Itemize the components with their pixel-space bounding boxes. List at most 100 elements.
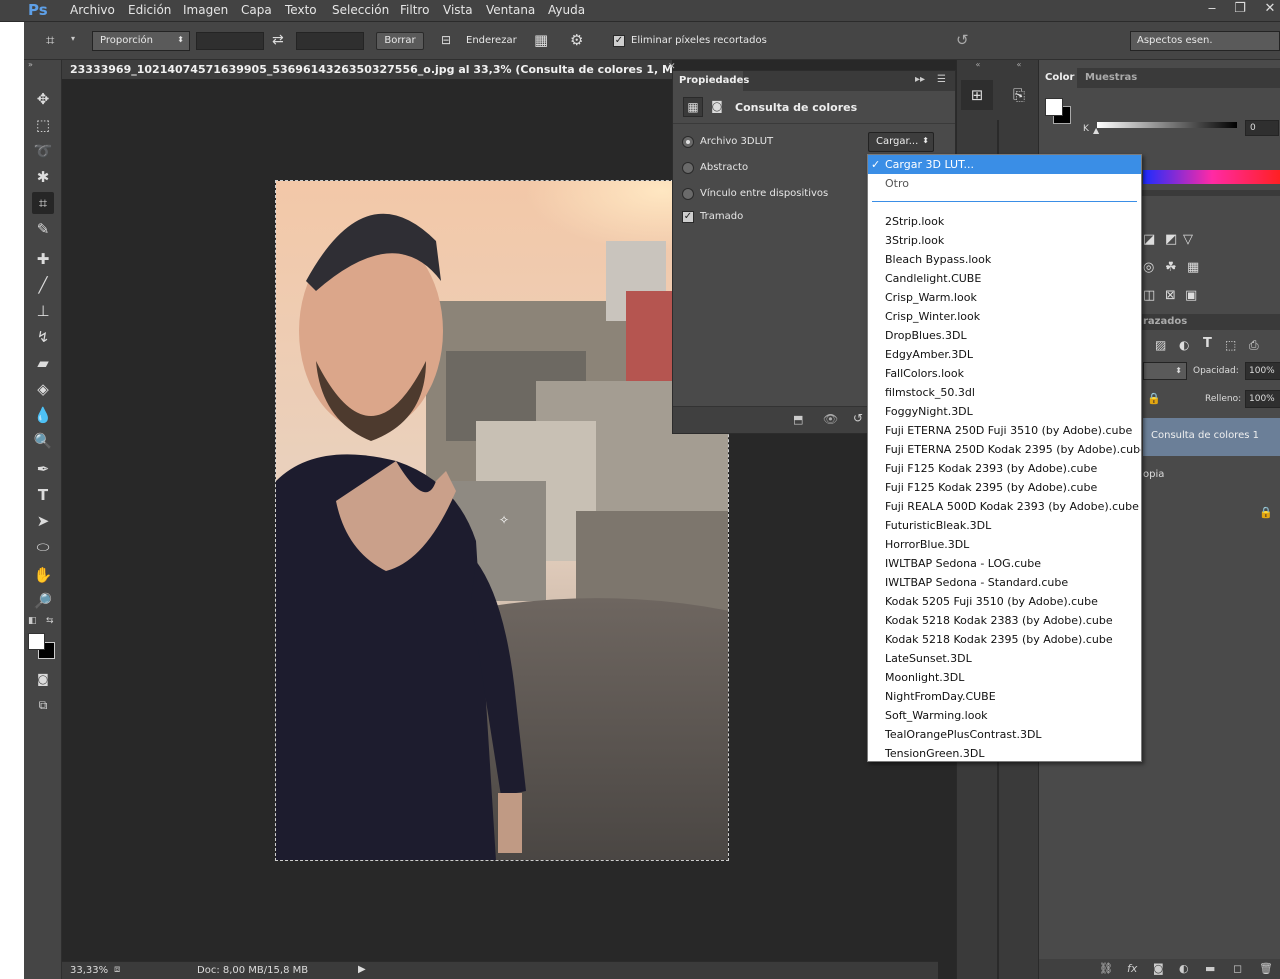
minimize-icon[interactable]: ‒ — [1200, 0, 1224, 18]
channel-slider-thumb-icon[interactable]: ▲ — [1093, 126, 1099, 135]
path-selection-tool-icon[interactable]: ➤ — [32, 510, 54, 532]
color-ramp[interactable] — [1143, 170, 1280, 184]
menu-item-lut[interactable]: Fuji ETERNA 250D Kodak 2395 (by Adobe).c… — [868, 440, 1141, 459]
screen-mode-icon[interactable]: ⧉ — [32, 694, 54, 716]
history-panel-icon[interactable]: ⎘ — [1003, 80, 1035, 110]
clip-to-layer-icon[interactable]: ⬒ — [793, 413, 803, 426]
photo-filter-icon[interactable]: ◎ — [1143, 260, 1154, 275]
info-panel-icon[interactable]: ⊞ — [961, 80, 993, 110]
menu-item-lut[interactable]: FoggyNight.3DL — [868, 402, 1141, 421]
export-icon[interactable]: ⧈ — [114, 964, 120, 975]
menu-item-lut[interactable]: Crisp_Winter.look — [868, 307, 1141, 326]
tab-properties[interactable]: Propiedades — [673, 71, 749, 91]
eraser-tool-icon[interactable]: ▰ — [32, 352, 54, 374]
straighten-icon[interactable]: ⊟ — [441, 33, 451, 47]
dither-checkbox[interactable]: ✓ — [682, 211, 694, 223]
fx-icon[interactable]: fx — [1127, 962, 1137, 975]
quick-mask-icon[interactable]: ◙ — [32, 668, 54, 690]
brush-tool-icon[interactable]: ╱ — [32, 274, 54, 296]
menu-item-lut[interactable]: Bleach Bypass.look — [868, 250, 1141, 269]
dodge-tool-icon[interactable]: 🔍 — [32, 430, 54, 452]
channel-value-input[interactable]: 0 — [1245, 120, 1279, 136]
menu-item-lut[interactable]: IWLTBAP Sedona - Standard.cube — [868, 573, 1141, 592]
menu-ventana[interactable]: Ventana — [486, 3, 535, 17]
menu-item-lut[interactable]: Kodak 5218 Kodak 2395 (by Adobe).cube — [868, 630, 1141, 649]
radio-device-link[interactable] — [682, 188, 694, 200]
posterize-icon[interactable]: ◫ — [1143, 288, 1155, 303]
new-adjustment-icon[interactable]: ◐ — [1179, 962, 1189, 975]
hand-tool-icon[interactable]: ✋ — [32, 564, 54, 586]
channel-mixer-icon[interactable]: ☘ — [1165, 260, 1177, 275]
workspace-select[interactable]: Aspectos esen. — [1130, 31, 1280, 51]
magic-wand-tool-icon[interactable]: ✱ — [32, 166, 54, 188]
menu-item-lut[interactable]: HorrorBlue.3DL — [868, 535, 1141, 554]
new-layer-icon[interactable]: ◻ — [1233, 962, 1242, 975]
width-input[interactable] — [196, 32, 264, 50]
ellipse-tool-icon[interactable]: ⬭ — [32, 536, 54, 558]
dock-collapse-icon[interactable]: « — [957, 60, 999, 72]
document-tab[interactable]: 23333969_10214074571639905_5369614326350… — [62, 60, 672, 79]
straighten-label[interactable]: Enderezar — [466, 35, 517, 46]
menu-item-lut[interactable]: Soft_Warming.look — [868, 706, 1141, 725]
menu-item-lut[interactable]: Kodak 5205 Fuji 3510 (by Adobe).cube — [868, 592, 1141, 611]
adjustment-icon[interactable]: ▦ — [683, 97, 703, 117]
menu-item-lut[interactable]: FuturisticBleak.3DL — [868, 516, 1141, 535]
pen-tool-icon[interactable]: ✒ — [32, 458, 54, 480]
menu-item-lut[interactable]: NightFromDay.CUBE — [868, 687, 1141, 706]
menu-item-lut[interactable]: TealOrangePlusContrast.3DL — [868, 725, 1141, 744]
menu-vista[interactable]: Vista — [443, 3, 473, 17]
document-image[interactable]: ✧ — [275, 180, 729, 861]
zoom-tool-icon[interactable]: 🔎 — [32, 590, 54, 612]
gradient-map-icon[interactable]: ▽ — [1183, 232, 1193, 247]
menu-item-lut[interactable]: DropBlues.3DL — [868, 326, 1141, 345]
reset-icon[interactable]: ↺ — [956, 31, 969, 49]
radio-abstract[interactable] — [682, 162, 694, 174]
trash-icon[interactable]: 🗑 — [1259, 962, 1273, 975]
lasso-tool-icon[interactable]: ➰ — [32, 140, 54, 162]
tab-paths-partial[interactable]: razados — [1143, 316, 1187, 327]
ratio-select[interactable]: Proporción ⬍ — [92, 31, 190, 51]
mask-icon[interactable]: ◙ — [707, 97, 727, 117]
default-colors-icon[interactable]: ◧ — [28, 616, 37, 626]
crop-tool-icon[interactable]: ⌗ — [32, 192, 54, 214]
menu-item-lut[interactable]: Fuji REALA 500D Kodak 2393 (by Adobe).cu… — [868, 497, 1141, 516]
menu-archivo[interactable]: Archivo — [70, 3, 115, 17]
menu-ayuda[interactable]: Ayuda — [548, 3, 585, 17]
menu-item-load-3dlut[interactable]: ✓ Cargar 3D LUT... — [868, 155, 1141, 174]
link-layers-icon[interactable]: ⛓ — [1099, 962, 1113, 975]
history-brush-tool-icon[interactable]: ↯ — [32, 326, 54, 348]
menu-filtro[interactable]: Filtro — [400, 3, 429, 17]
new-group-icon[interactable]: ▬ — [1205, 962, 1215, 975]
filter-shape-icon[interactable]: ⬚ — [1225, 338, 1236, 352]
reset-adjustment-icon[interactable]: ↺ — [853, 411, 863, 425]
menu-item-lut[interactable]: Moonlight.3DL — [868, 668, 1141, 687]
menu-item-lut[interactable]: LateSunset.3DL — [868, 649, 1141, 668]
menu-imagen[interactable]: Imagen — [183, 3, 228, 17]
collapse-panel-icon[interactable]: ▸▸ — [915, 74, 925, 85]
clear-button[interactable]: Borrar — [376, 32, 424, 50]
eyedropper-tool-icon[interactable]: ✎ — [32, 218, 54, 240]
load-lut-select[interactable]: Cargar... ⬍ — [868, 132, 934, 152]
clone-stamp-tool-icon[interactable]: ⊥ — [32, 300, 54, 322]
preset-chevron-icon[interactable]: ▾ — [71, 34, 75, 43]
foreground-color-swatch[interactable] — [28, 633, 45, 650]
menu-item-lut[interactable]: 2Strip.look — [868, 212, 1141, 231]
menu-edicion[interactable]: Edición — [128, 3, 171, 17]
menu-item-lut[interactable]: Kodak 5218 Kodak 2383 (by Adobe).cube — [868, 611, 1141, 630]
selective-color-icon[interactable]: ▣ — [1185, 288, 1197, 303]
menu-seleccion[interactable]: Selección — [332, 3, 389, 17]
exposure-icon[interactable]: ◩ — [1165, 232, 1177, 247]
filter-smart-object-icon[interactable]: ⎙ — [1249, 338, 1259, 353]
filter-pixel-icon[interactable]: ▨ — [1155, 338, 1166, 352]
healing-brush-tool-icon[interactable]: ✚ — [32, 248, 54, 270]
panel-menu-icon[interactable]: ☰ — [937, 74, 946, 85]
blend-mode-select[interactable]: ⬍ — [1143, 362, 1187, 380]
swap-colors-icon[interactable]: ⇆ — [46, 616, 54, 626]
crop-tool-preset-icon[interactable]: ⌗ — [46, 31, 54, 49]
view-previous-icon[interactable]: 👁 — [823, 412, 838, 426]
height-input[interactable] — [296, 32, 364, 50]
move-tool-icon[interactable]: ✥ — [32, 88, 54, 110]
gear-icon[interactable]: ⚙ — [570, 31, 583, 49]
menu-item-lut[interactable]: Fuji ETERNA 250D Fuji 3510 (by Adobe).cu… — [868, 421, 1141, 440]
opacity-input[interactable]: 100% — [1245, 362, 1280, 380]
